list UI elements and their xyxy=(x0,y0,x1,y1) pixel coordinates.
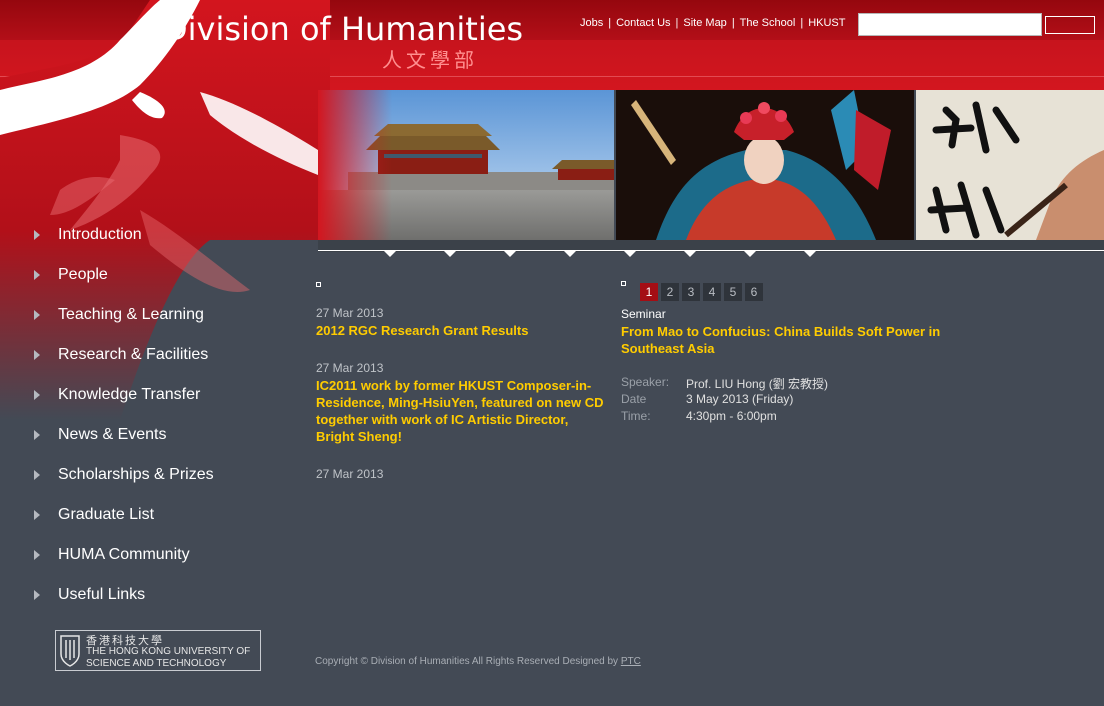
news-section-marker-icon xyxy=(316,282,321,287)
events-section-marker-icon xyxy=(621,281,626,286)
search-button[interactable] xyxy=(1045,16,1095,34)
nav-item-scholarships-prizes[interactable]: Scholarships & Prizes xyxy=(30,460,270,490)
news-title-link[interactable]: 2012 RGC Research Grant Results xyxy=(316,322,606,339)
site-title[interactable]: Division of Humanities xyxy=(163,10,523,48)
news-item: 27 Mar 2013 2012 RGC Research Grant Resu… xyxy=(316,306,606,339)
hkust-crest-icon xyxy=(60,635,80,667)
news-date: 27 Mar 2013 xyxy=(316,467,384,481)
search-input[interactable] xyxy=(858,13,1042,36)
nav-item-people[interactable]: People xyxy=(30,260,270,290)
strip-arrow-icon xyxy=(684,251,696,257)
event-speaker: Prof. LIU Hong (劉 宏教授) xyxy=(686,377,829,391)
nav-item-label: Useful Links xyxy=(58,586,146,603)
pager-page-3[interactable]: 3 xyxy=(682,283,700,301)
link-the-school[interactable]: The School xyxy=(740,17,796,29)
nav-arrow-icon xyxy=(34,510,40,520)
link-contact-us[interactable]: Contact Us xyxy=(616,17,670,29)
event-time-row: Time: 4:30pm - 6:00pm xyxy=(621,409,828,426)
event-date-row: Date 3 May 2013 (Friday) xyxy=(621,392,828,409)
link-separator: | xyxy=(800,17,804,29)
pager-page-4[interactable]: 4 xyxy=(703,283,721,301)
link-site-map[interactable]: Site Map xyxy=(683,17,726,29)
nav-arrow-icon xyxy=(34,310,40,320)
event-details: Speaker: Prof. LIU Hong (劉 宏教授) Date 3 M… xyxy=(621,375,828,426)
link-separator: | xyxy=(675,17,679,29)
nav-item-label: HUMA Community xyxy=(58,546,190,563)
nav-item-knowledge-transfer[interactable]: Knowledge Transfer xyxy=(30,380,270,410)
event-date-label: Date xyxy=(621,392,647,406)
link-jobs[interactable]: Jobs xyxy=(580,17,603,29)
news-title-link[interactable]: IC2011 work by former HKUST Composer-in-… xyxy=(316,377,606,445)
nav-item-label: Graduate List xyxy=(58,506,155,523)
copyright: Copyright © Division of Humanities All R… xyxy=(315,656,641,667)
hkust-name-english-line2: SCIENCE AND TECHNOLOGY xyxy=(86,658,227,669)
pager-page-2[interactable]: 2 xyxy=(661,283,679,301)
event-speaker-row: Speaker: Prof. LIU Hong (劉 宏教授) xyxy=(621,375,828,392)
event-title-link[interactable]: From Mao to Confucius: China Builds Soft… xyxy=(621,323,941,357)
copyright-text: Copyright © Division of Humanities All R… xyxy=(315,656,619,667)
nav-item-graduate-list[interactable]: Graduate List xyxy=(30,500,270,530)
banner-calligraphy-image xyxy=(916,90,1104,240)
nav-item-huma-community[interactable]: HUMA Community xyxy=(30,540,270,570)
event-speaker-label: Speaker: xyxy=(621,375,670,389)
event-time: 4:30pm - 6:00pm xyxy=(686,409,777,423)
news-item: 27 Mar 2013 xyxy=(316,467,606,483)
link-separator: | xyxy=(731,17,735,29)
nav-item-label: People xyxy=(58,266,108,283)
nav-arrow-icon xyxy=(34,430,40,440)
hkust-logo[interactable]: 香港科技大學 THE HONG KONG UNIVERSITY OF SCIEN… xyxy=(55,630,261,671)
nav-arrow-icon xyxy=(34,590,40,600)
pager-page-5[interactable]: 5 xyxy=(724,283,742,301)
nav-arrow-icon xyxy=(34,550,40,560)
nav-item-teaching-learning[interactable]: Teaching & Learning xyxy=(30,300,270,330)
nav-arrow-icon xyxy=(34,350,40,360)
nav-item-research-facilities[interactable]: Research & Facilities xyxy=(30,340,270,370)
nav-arrow-icon xyxy=(34,390,40,400)
pager-page-6[interactable]: 6 xyxy=(745,283,763,301)
pager-page-1[interactable]: 1 xyxy=(640,283,658,301)
designer-link[interactable]: PTC xyxy=(621,656,641,667)
nav-item-label: Introduction xyxy=(58,226,142,243)
link-separator: | xyxy=(608,17,612,29)
banner-divider-line xyxy=(318,250,1104,251)
strip-arrow-icon xyxy=(504,251,516,257)
news-date: 27 Mar 2013 xyxy=(316,361,384,375)
nav-item-news-events[interactable]: News & Events xyxy=(30,420,270,450)
strip-arrow-icon xyxy=(804,251,816,257)
nav-item-introduction[interactable]: Introduction xyxy=(30,220,270,250)
event-type: Seminar xyxy=(621,307,666,321)
news-date: 27 Mar 2013 xyxy=(316,306,384,320)
nav-item-label: Research & Facilities xyxy=(58,346,209,363)
top-links: Jobs | Contact Us | Site Map | The School | HKUS… xyxy=(580,17,845,29)
nav-item-useful-links[interactable]: Useful Links xyxy=(30,580,270,610)
event-pager: 1 2 3 4 5 6 xyxy=(640,283,763,301)
event-time-label: Time: xyxy=(621,409,651,423)
strip-arrow-icon xyxy=(624,251,636,257)
nav-arrow-icon xyxy=(34,230,40,240)
news-item: 27 Mar 2013 IC2011 work by former HKUST … xyxy=(316,361,606,445)
nav-item-label: Knowledge Transfer xyxy=(58,386,201,403)
strip-arrow-icon xyxy=(444,251,456,257)
nav-item-label: Scholarships & Prizes xyxy=(58,466,214,483)
banner-forbidden-city-image xyxy=(318,90,614,240)
nav-item-label: News & Events xyxy=(58,426,167,443)
strip-arrow-icon xyxy=(564,251,576,257)
nav-arrow-icon xyxy=(34,270,40,280)
event-date: 3 May 2013 (Friday) xyxy=(686,392,794,406)
nav-arrow-icon xyxy=(34,470,40,480)
link-hkust[interactable]: HKUST xyxy=(808,17,845,29)
strip-arrow-icon xyxy=(744,251,756,257)
hkust-name-english-line1: THE HONG KONG UNIVERSITY OF xyxy=(86,646,251,657)
banner-opera-performer-image xyxy=(616,90,914,240)
strip-arrow-icon xyxy=(384,251,396,257)
site-subtitle-chinese: 人文學部 xyxy=(382,48,478,72)
nav-item-label: Teaching & Learning xyxy=(58,306,204,323)
